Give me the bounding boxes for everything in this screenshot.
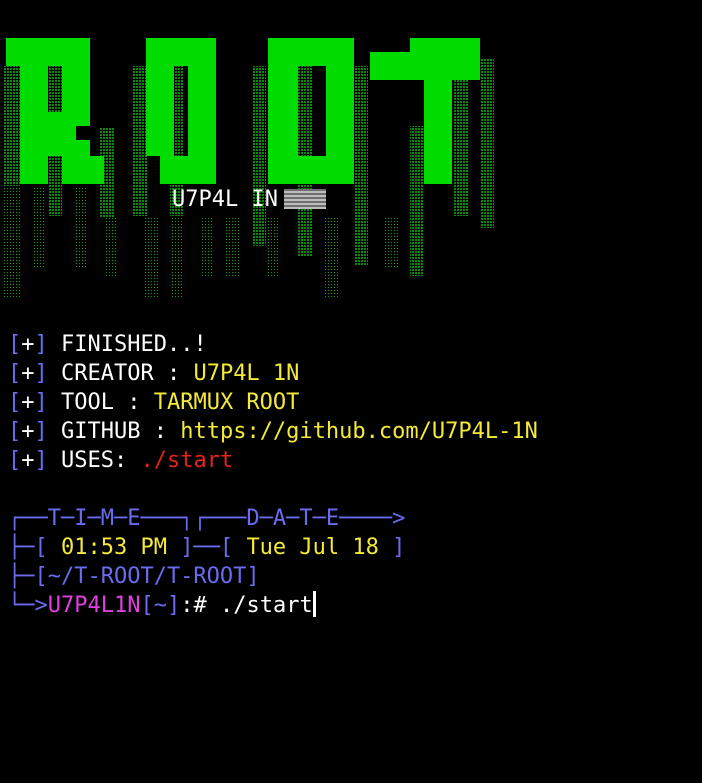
prompt-dir: [~] [140, 593, 181, 618]
prompt-symbol: :# [180, 593, 220, 618]
prompt-command-line[interactable]: └─>U7P4L1N[~]:# ./start [8, 591, 316, 620]
info-label: CREATOR : [61, 361, 194, 386]
banner-subtitle: U7P4L IN [172, 186, 326, 214]
prompt-path-line: ├─[~/T-ROOT/T-ROOT] [8, 564, 260, 589]
info-line-tool: [+] TOOL : TARMUX ROOT [8, 390, 300, 415]
creator-value: U7P4L 1N [193, 361, 300, 386]
info-label: USES: [61, 448, 141, 473]
info-line-github: [+] GITHUB : https://github.com/U7P4L-1N [8, 419, 538, 444]
bracket-icon: [ [8, 419, 22, 444]
prompt-time-line: ├─[ 01:53 PM ]──[ Tue Jul 18 ] [8, 533, 405, 562]
info-line-creator: [+] CREATOR : U7P4L 1N [8, 361, 300, 386]
prompt-time-prefix: ├─[ [8, 535, 61, 560]
banner-subtitle-text: U7P4L IN [172, 187, 278, 212]
bracket-icon: [ [8, 332, 22, 357]
prompt-date-suffix: ] [378, 535, 406, 560]
info-line-finished: [+] FINISHED..! [8, 332, 207, 357]
info-label: GITHUB : [61, 419, 181, 444]
info-label: FINISHED..! [61, 332, 207, 357]
prompt-header-line: ┌──T─I─M─E───┐┌───D─A─T─E────> [8, 506, 406, 531]
bracket-icon: [ [8, 361, 22, 386]
prompt-arrow: └─> [8, 593, 48, 618]
block-glyph-icon [283, 189, 326, 209]
prompt-mid: ]──[ [166, 535, 247, 560]
prompt-date: Tue Jul 18 [246, 535, 379, 560]
tool-value: TARMUX ROOT [153, 390, 300, 415]
info-line-uses: [+] USES: ./start [8, 448, 234, 473]
text-cursor [312, 591, 316, 617]
command-input[interactable]: ./start [220, 593, 313, 618]
bracket-icon: [ [8, 390, 22, 415]
terminal-window[interactable]: U7P4L IN [+] FINISHED..! [+] CREATOR : U… [0, 0, 702, 783]
root-ascii-banner [4, 38, 494, 298]
github-link[interactable]: https://github.com/U7P4L-1N [180, 419, 538, 444]
bracket-icon: [ [8, 448, 22, 473]
uses-value: ./start [140, 448, 234, 473]
info-label: TOOL : [61, 390, 154, 415]
prompt-user: U7P4L1N [47, 593, 141, 618]
prompt-time: 01:53 PM [60, 535, 167, 560]
